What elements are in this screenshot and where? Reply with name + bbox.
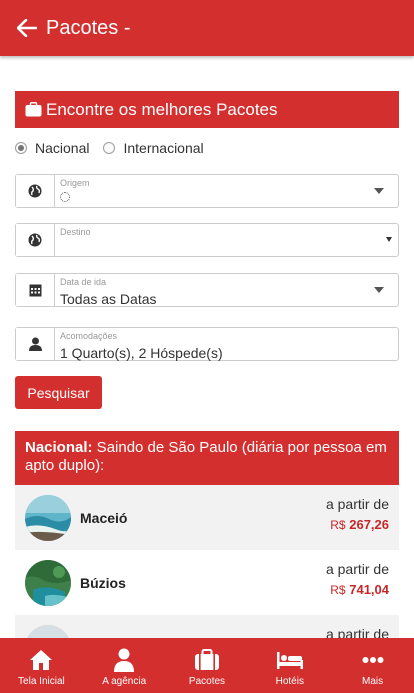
radio-nacional-dot[interactable] [15, 142, 27, 154]
nav-item-agency[interactable]: A agência [83, 638, 166, 693]
person-icon [114, 647, 135, 673]
rooms-value: 1 Quarto(s), 2 Hóspede(s) [60, 345, 223, 361]
radio-internacional-dot[interactable] [103, 142, 116, 154]
nav-item-label: A agência [102, 676, 147, 687]
briefcase-icon [25, 102, 42, 117]
nav-item-packages[interactable]: Pacotes [166, 638, 249, 693]
price-from-label: a partir de [325, 626, 389, 638]
search-section-title: Encontre os melhores Pacotes [46, 99, 278, 119]
radio-internacional[interactable]: Internacional [103, 140, 204, 156]
nav-item-label: Tela Inicial [18, 676, 65, 687]
nav-item-home[interactable]: Tela Inicial [0, 638, 83, 693]
nav-item-label: Pacotes [188, 676, 226, 687]
destination-select[interactable]: Destino [15, 223, 399, 257]
chevron-down-icon[interactable] [374, 188, 384, 194]
package-thumbnail [25, 494, 71, 541]
package-list: Maceió a partir de R$ 267,26 Búzios a pa… [15, 485, 399, 638]
search-button[interactable]: Pesquisar [15, 376, 102, 409]
package-item-partial[interactable]: a partir de [15, 615, 399, 638]
rooms-guests-field[interactable]: Acomodações 1 Quarto(s), 2 Hóspede(s) [15, 327, 399, 361]
date-label: Data de ida [60, 277, 107, 287]
more-dots-icon [362, 647, 384, 673]
national-prefix: Nacional: [25, 439, 93, 456]
calendar-icon [16, 274, 55, 306]
person-icon [16, 328, 55, 360]
radio-internacional-label: Internacional [123, 140, 204, 156]
package-price: R$ 741,04 [330, 582, 389, 597]
radio-nacional-label: Nacional [35, 140, 90, 156]
origin-label: Origem [60, 178, 90, 188]
search-section-header: Encontre os melhores Pacotes [15, 91, 399, 128]
home-icon [29, 647, 53, 673]
suitcase-icon [194, 647, 220, 673]
destination-label: Destino [60, 227, 91, 237]
origin-select[interactable]: Origem [15, 174, 399, 208]
globe-icon [16, 175, 55, 207]
loading-spinner-icon [60, 192, 70, 202]
nav-item-hotels[interactable]: Hotéis [248, 638, 331, 693]
package-thumbnail [25, 624, 71, 638]
national-packages-header: Nacional: Saindo de São Paulo (diária po… [15, 431, 399, 485]
date-value: Todas as Datas [60, 291, 157, 307]
package-thumbnail [25, 559, 71, 606]
nav-item-label: Mais [362, 676, 384, 687]
page-title: Pacotes - [46, 16, 131, 39]
package-item-maceio[interactable]: Maceió a partir de R$ 267,26 [15, 485, 399, 550]
back-arrow-icon[interactable] [12, 13, 42, 43]
date-select[interactable]: Data de ida Todas as Datas [15, 273, 399, 307]
package-item-buzios[interactable]: Búzios a partir de R$ 741,04 [15, 550, 399, 615]
package-name: Búzios [80, 574, 126, 591]
chevron-down-icon[interactable] [386, 237, 392, 242]
globe-icon [16, 224, 55, 256]
price-from-label: a partir de [325, 561, 389, 577]
bottom-navigation: Tela Inicial A agência Pacotes Hotéis Ma… [0, 638, 414, 693]
price-from-label: a partir de [325, 496, 389, 512]
bed-icon [276, 647, 304, 673]
radio-nacional[interactable]: Nacional [15, 140, 89, 156]
rooms-label: Acomodações [60, 331, 118, 341]
nav-item-label: Hotéis [275, 676, 304, 687]
trip-type-radio-group: Nacional Internacional [15, 140, 218, 156]
app-bar: Pacotes - [0, 0, 414, 56]
nav-item-more[interactable]: Mais [331, 638, 414, 693]
package-name: Maceió [80, 509, 128, 526]
chevron-down-icon[interactable] [374, 287, 384, 293]
package-price: R$ 267,26 [330, 517, 389, 532]
